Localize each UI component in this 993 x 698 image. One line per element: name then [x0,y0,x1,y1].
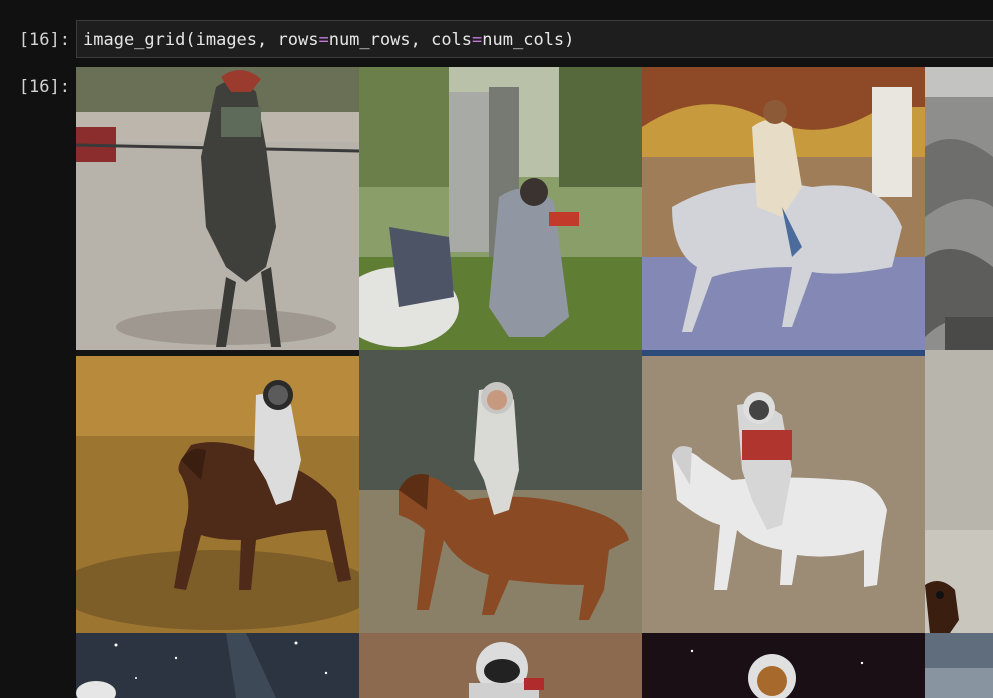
astronaut-riding-white-horse-dirt-icon [642,350,925,633]
grey-rocky-texture-icon [925,67,993,350]
code-operator-eq: = [318,30,329,50]
woman-riding-white-horse-painting-icon [642,67,925,350]
notebook-cell: [16]: image_grid(images, rows=num_rows, … [0,0,993,698]
sky-horizon-icon [925,633,993,698]
input-prompt: [16]: [18,30,70,50]
code-line: image_grid(images, rows=num_rows, cols=n… [83,30,574,50]
code-arg-images: images, [195,30,278,50]
astronaut-riding-horse-wheat-field-icon [76,350,359,633]
code-function: image_grid [83,30,186,50]
code-val-num-rows: num_rows [328,30,411,50]
output-prompt: [16]: [18,77,70,97]
astronaut-in-space-icon [642,633,925,698]
astronaut-collage-forest-icon [359,67,642,350]
code-separator: , [410,30,432,50]
code-paren-close: ) [564,30,575,50]
code-kw-cols: cols [431,30,473,50]
starry-night-sky-icon [76,633,359,698]
code-operator-eq: = [472,30,483,50]
code-val-num-cols: num_cols [482,30,565,50]
partial-horse-head-icon [925,350,993,633]
code-kw-rows: rows [277,30,319,50]
horse-creature-on-concrete-icon [76,67,359,350]
image-grid-output [76,67,993,698]
astronaut-riding-brown-horse-painting-icon [359,350,642,633]
code-editor[interactable]: image_grid(images, rows=num_rows, cols=n… [76,20,993,58]
code-paren-open: ( [185,30,196,50]
astronaut-helmet-flag-icon [359,633,642,698]
